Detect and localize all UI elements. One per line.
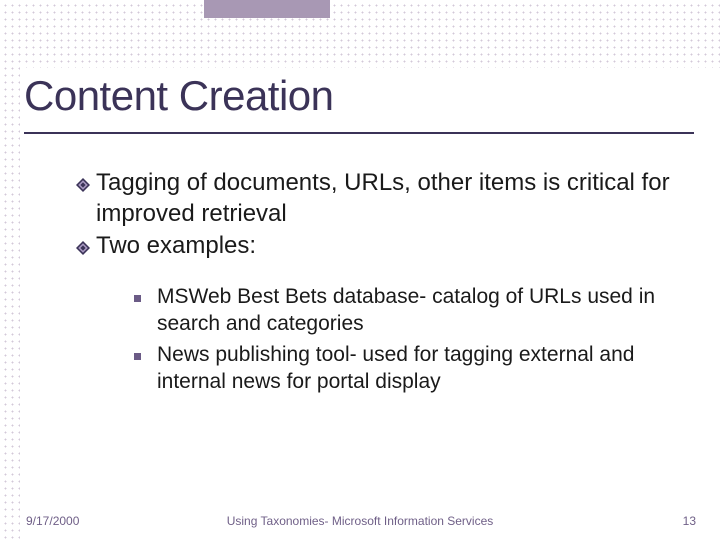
diamond-bullet-icon — [76, 178, 90, 192]
bullet-item: Tagging of documents, URLs, other items … — [76, 168, 676, 229]
title-underline — [24, 132, 694, 134]
bullet-text: Tagging of documents, URLs, other items … — [96, 168, 676, 229]
accent-bar — [204, 0, 330, 18]
bullet-item: Two examples: — [76, 231, 676, 262]
slide: Content Creation Tagging of documents, U… — [0, 0, 720, 540]
diamond-bullet-icon — [76, 241, 90, 255]
dotted-background-top — [0, 0, 720, 68]
slide-title: Content Creation — [24, 72, 334, 120]
square-bullet-icon — [134, 295, 141, 302]
square-bullet-icon — [134, 353, 141, 360]
sub-bullet-text: News publishing tool- used for tagging e… — [157, 342, 674, 396]
footer-title: Using Taxonomies- Microsoft Information … — [0, 514, 720, 528]
footer-page-number: 13 — [683, 514, 696, 528]
dotted-background-left — [0, 0, 20, 540]
sub-bullet-text: MSWeb Best Bets database- catalog of URL… — [157, 284, 674, 338]
content-area: Tagging of documents, URLs, other items … — [76, 168, 676, 400]
sub-bullet-item: MSWeb Best Bets database- catalog of URL… — [134, 284, 674, 338]
bullet-text: Two examples: — [96, 231, 256, 262]
sub-bullet-list: MSWeb Best Bets database- catalog of URL… — [134, 284, 674, 396]
sub-bullet-item: News publishing tool- used for tagging e… — [134, 342, 674, 396]
